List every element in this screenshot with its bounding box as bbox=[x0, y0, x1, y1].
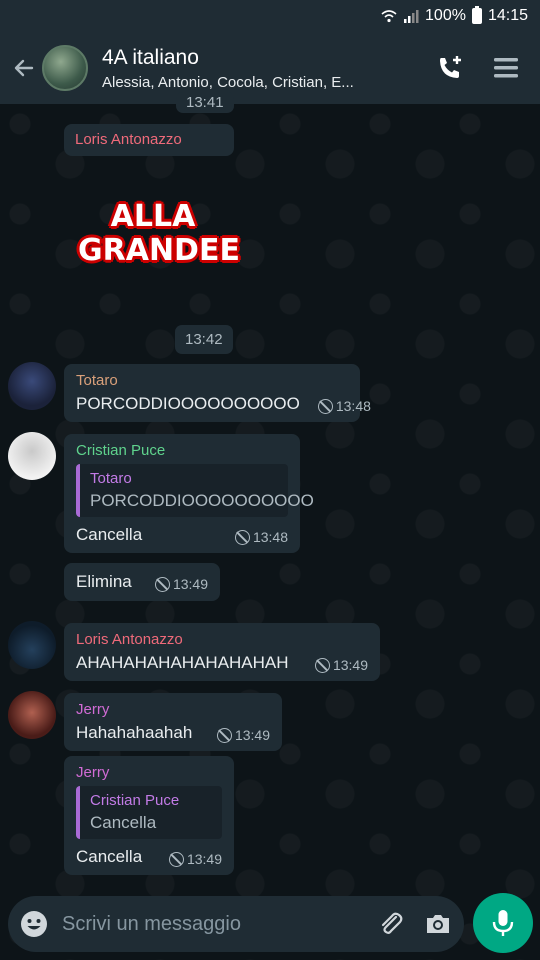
sticker-text-line2: GRANDEE bbox=[78, 233, 240, 268]
blocked-icon bbox=[154, 576, 170, 592]
avatar-loris-antonazzo[interactable] bbox=[8, 621, 56, 669]
group-info[interactable]: 4A italiano Alessia, Antonio, Cocola, Cr… bbox=[102, 46, 422, 91]
blocked-icon bbox=[314, 657, 330, 673]
sender-name: Jerry bbox=[76, 764, 110, 781]
mic-button[interactable] bbox=[473, 893, 533, 953]
message-input[interactable]: Scrivi un messaggio bbox=[62, 913, 376, 936]
wifi-icon bbox=[381, 10, 397, 23]
group-title: 4A italiano bbox=[102, 45, 199, 69]
message-bubble[interactable]: Elimina 13:49 bbox=[64, 563, 220, 601]
mic-icon bbox=[492, 910, 514, 936]
quoted-sender: Cristian Puce bbox=[90, 792, 180, 809]
message-bubble-reply[interactable]: Cristian Puce Totaro PORCODDIOOOOOOOOOO … bbox=[64, 434, 314, 553]
chat-header: 4A italiano Alessia, Antonio, Cocola, Cr… bbox=[0, 32, 540, 104]
message-text: Elimina bbox=[76, 572, 132, 591]
message-time: 13:49 bbox=[154, 576, 208, 592]
sender-name: Jerry bbox=[76, 701, 110, 718]
message-list[interactable]: 13:41 Loris Antonazzo ALLA GRANDEE 13:42… bbox=[0, 92, 540, 892]
battery-icon bbox=[471, 6, 482, 24]
signal-icon bbox=[404, 10, 419, 23]
message-time: 13:49 bbox=[168, 851, 222, 867]
message-time: 13:49 bbox=[216, 727, 270, 743]
blocked-icon bbox=[317, 398, 333, 414]
message-text: Hahahahaahah bbox=[76, 723, 193, 742]
clock: 14:15 bbox=[487, 7, 528, 24]
sticker-text-line1: ALLA bbox=[110, 199, 196, 234]
emoji-icon[interactable] bbox=[20, 910, 48, 938]
avatar-cristian-puce[interactable] bbox=[8, 432, 56, 480]
avatar-jerry[interactable] bbox=[8, 691, 56, 739]
message-bubble[interactable]: Jerry Hahahahaahah 13:49 bbox=[64, 693, 282, 751]
blocked-icon bbox=[168, 851, 184, 867]
message-text: Cancella bbox=[76, 525, 143, 544]
sticker-alla-grandee[interactable]: ALLA GRANDEE bbox=[78, 199, 240, 290]
sender-name: Loris Antonazzo bbox=[76, 631, 183, 648]
message-text: AHAHAHAHAHAHAHAHAH bbox=[76, 653, 289, 672]
status-bar: 100% 14:15 bbox=[0, 0, 540, 32]
date-chip: 13:42 bbox=[175, 325, 233, 354]
quoted-text: PORCODDIOOOOOOOOOO bbox=[90, 491, 314, 510]
message-text: PORCODDIOOOOOOOOOO bbox=[76, 394, 300, 413]
message-bubble[interactable]: Totaro PORCODDIOOOOOOOOOO 13:48 bbox=[64, 364, 371, 422]
avatar-totaro[interactable] bbox=[8, 362, 56, 410]
add-call-icon bbox=[440, 56, 461, 78]
quoted-sender: Totaro bbox=[90, 470, 132, 487]
blocked-icon bbox=[216, 727, 232, 743]
attach-icon[interactable] bbox=[376, 909, 406, 939]
back-arrow-icon[interactable] bbox=[6, 48, 42, 88]
sender-name: Cristian Puce bbox=[76, 442, 166, 459]
time-chip-partial: 13:41 bbox=[176, 92, 234, 113]
quoted-message[interactable]: Totaro PORCODDIOOOOOOOOOO bbox=[76, 464, 314, 517]
menu-button[interactable] bbox=[478, 40, 534, 96]
camera-icon[interactable] bbox=[424, 911, 452, 937]
message-time: 13:49 bbox=[314, 657, 368, 673]
quoted-text: Cancella bbox=[90, 813, 157, 832]
message-time: 13:48 bbox=[234, 529, 288, 545]
sender-name: Loris Antonazzo bbox=[75, 131, 182, 148]
group-avatar[interactable] bbox=[42, 45, 88, 91]
battery-percent: 100% bbox=[425, 7, 466, 24]
menu-icon bbox=[494, 58, 518, 78]
message-time: 13:48 bbox=[317, 398, 371, 414]
message-input-bar: Scrivi un messaggio bbox=[8, 896, 464, 952]
group-members: Alessia, Antonio, Cocola, Cristian, E... bbox=[102, 73, 354, 91]
quoted-message[interactable]: Cristian Puce Cancella bbox=[76, 786, 222, 839]
message-text: Cancella bbox=[76, 847, 143, 866]
sender-name: Totaro bbox=[76, 372, 118, 389]
blocked-icon bbox=[234, 529, 250, 545]
message-bubble-sticker-sender[interactable]: Loris Antonazzo bbox=[64, 124, 234, 156]
add-call-button[interactable] bbox=[422, 40, 478, 96]
message-bubble[interactable]: Loris Antonazzo AHAHAHAHAHAHAHAHAH 13:49 bbox=[64, 623, 380, 681]
message-bubble-reply[interactable]: Jerry Cristian Puce Cancella Cancella 13… bbox=[64, 756, 234, 875]
